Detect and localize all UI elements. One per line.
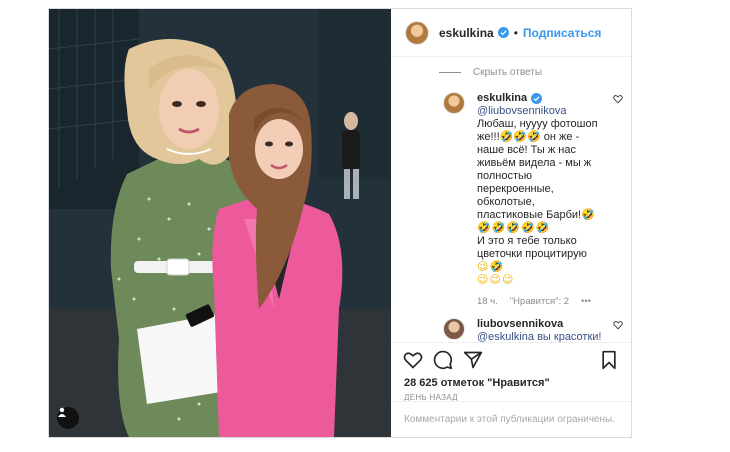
follow-button[interactable]: Подписаться bbox=[523, 26, 601, 40]
verified-badge-icon bbox=[497, 27, 509, 38]
reply-username[interactable]: eskulkina bbox=[477, 92, 543, 105]
heart-icon[interactable] bbox=[403, 350, 423, 370]
comment-reply: liubovsennikova @eskulkina вы красотки! bbox=[443, 318, 623, 342]
reply-body: eskulkina @liubovsennikova Любаш, нуууу … bbox=[477, 92, 619, 308]
reply-text-line: пластиковые Барби!🤣 bbox=[477, 209, 595, 221]
reply-text-line: Любаш, нуууу фотошоп bbox=[477, 118, 598, 130]
reply-meta: 18 ч. "Нравится": 2 ••• bbox=[477, 295, 619, 308]
reply-username-text: eskulkina bbox=[477, 92, 528, 104]
post-header: eskulkina • Подписаться bbox=[391, 9, 631, 57]
reply-avatar[interactable] bbox=[443, 318, 465, 340]
heart-icon[interactable] bbox=[613, 320, 623, 330]
reply-text-line: полностью bbox=[477, 170, 532, 182]
bookmark-icon[interactable] bbox=[599, 350, 619, 370]
hide-replies-label: Скрыть ответы bbox=[473, 67, 543, 78]
reply-text-line: обколотые, bbox=[477, 196, 535, 208]
author-username[interactable]: eskulkina bbox=[439, 26, 494, 40]
share-icon[interactable] bbox=[463, 350, 483, 370]
user-tag-icon[interactable] bbox=[57, 407, 79, 429]
comment-icon[interactable] bbox=[433, 350, 453, 370]
reply-text-line: перекроенные, bbox=[477, 183, 554, 195]
photo-illustration bbox=[49, 9, 391, 437]
reply-text-line: И это я тебе только bbox=[477, 235, 577, 247]
reply-avatar[interactable] bbox=[443, 92, 465, 114]
reply-time[interactable]: 18 ч. bbox=[477, 295, 498, 308]
reply-body: liubovsennikova @eskulkina вы красотки! bbox=[477, 318, 619, 342]
reply-text-line: же!!!🤣🤣🤣 он же - bbox=[477, 131, 580, 143]
reply-text-line: @eskulkina вы красотки! bbox=[477, 331, 602, 342]
post-actions: 28 625 отметок "Нравится" ДЕНЬ НАЗАД Ком… bbox=[391, 342, 631, 437]
reply-username[interactable]: liubovsennikova bbox=[477, 318, 563, 331]
likes-count[interactable]: 28 625 отметок "Нравится" bbox=[391, 377, 631, 389]
instagram-post: eskulkina • Подписаться Скрыть ответы es… bbox=[48, 8, 632, 438]
author-avatar[interactable] bbox=[405, 20, 429, 45]
reply-text-line: 🤣🤣🤣🤣🤣 bbox=[477, 222, 551, 234]
reply-text-line: наше всё! Ты ж нас bbox=[477, 144, 576, 156]
reply-text-line: цветочки процитирую bbox=[477, 248, 587, 260]
comments-disabled-notice: Комментарии к этой публикации ограничены… bbox=[391, 401, 631, 437]
header-separator: • bbox=[513, 25, 518, 40]
comments-list[interactable]: Скрыть ответы eskulkina @liubovsennikova… bbox=[391, 57, 631, 342]
post-photo[interactable] bbox=[49, 9, 391, 437]
action-icons bbox=[391, 343, 631, 377]
reply-likes[interactable]: "Нравится": 2 bbox=[510, 295, 569, 308]
replies-divider bbox=[439, 72, 461, 73]
verified-badge-icon bbox=[531, 93, 543, 104]
reply-text-line: живьём видела - мы ж bbox=[477, 157, 592, 169]
reply-more-button[interactable]: ••• bbox=[581, 295, 591, 308]
post-side-panel: eskulkina • Подписаться Скрыть ответы es… bbox=[391, 9, 631, 437]
hide-replies-button[interactable]: Скрыть ответы bbox=[439, 67, 631, 78]
heart-icon[interactable] bbox=[613, 94, 623, 104]
comment-reply: eskulkina @liubovsennikova Любаш, нуууу … bbox=[443, 92, 623, 308]
reply-mention[interactable]: @liubovsennikova bbox=[477, 105, 619, 118]
reply-text-line: 😉🤣 bbox=[477, 261, 505, 273]
reply-text-line: 😉😉😉 bbox=[477, 274, 515, 286]
